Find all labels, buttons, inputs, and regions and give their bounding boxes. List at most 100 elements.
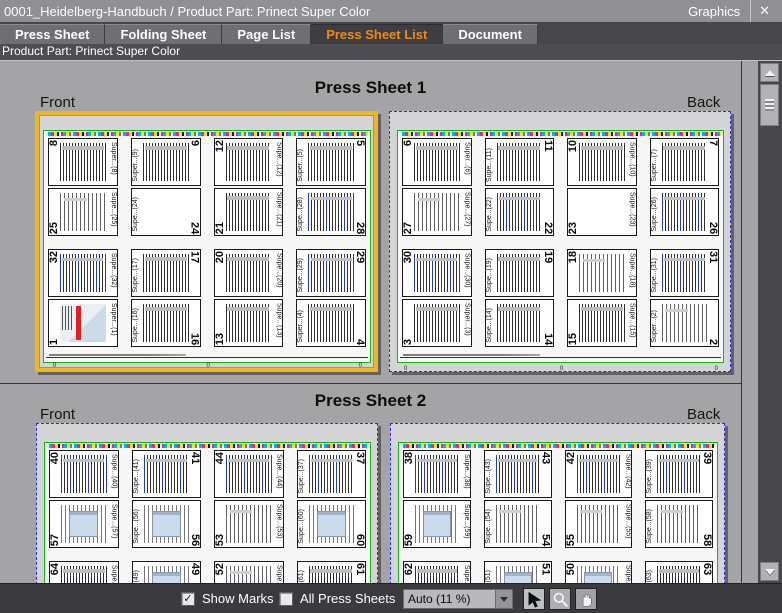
press-sheet-back[interactable]: 38Supe...(38) 43Supe...(43) 42Supe...(42)3… bbox=[390, 423, 725, 583]
page-cell[interactable]: 55Supe...(55) bbox=[565, 500, 633, 548]
page-number: 50 bbox=[566, 563, 577, 575]
page-number: 21 bbox=[215, 222, 226, 234]
dropdown-arrow-button[interactable] bbox=[495, 590, 512, 608]
page-cell[interactable]: 40Supe...(40) bbox=[49, 450, 119, 498]
page-cell[interactable]: 25Supe...(25) bbox=[48, 188, 118, 236]
page-cell[interactable]: 23Supe...(23) bbox=[567, 188, 637, 236]
page-cell[interactable]: 57Supe...(57) bbox=[49, 500, 119, 548]
page-cell[interactable]: 26Supe...(26) bbox=[650, 188, 720, 236]
page-cell[interactable]: 28Supe...(28) bbox=[296, 188, 366, 236]
page-cell[interactable]: 5Super...(5) bbox=[296, 138, 366, 186]
page-cell[interactable]: 18Supe...(18) bbox=[567, 249, 637, 297]
page-cell[interactable]: 49Supe...(49) bbox=[132, 561, 202, 583]
page-cell[interactable]: 7Super...(7) bbox=[650, 138, 720, 186]
page-cell[interactable]: 22Supe...(22) bbox=[485, 188, 555, 236]
show-marks-label[interactable]: Show Marks bbox=[202, 592, 274, 606]
page-name-label: Supe...(30) bbox=[464, 253, 471, 288]
page-cell[interactable]: 52Supe...(52) bbox=[214, 561, 284, 583]
page-content-thumbnail bbox=[226, 193, 272, 231]
page-cell[interactable]: 54Supe...(54) bbox=[484, 500, 552, 548]
sheet-bottom-line bbox=[46, 357, 368, 358]
page-cell[interactable]: 1Super...(1) bbox=[48, 299, 118, 347]
page-cell[interactable]: 12Supe...(12) bbox=[214, 138, 284, 186]
show-marks-checkbox[interactable]: ✓ bbox=[181, 592, 195, 606]
page-content-thumbnail bbox=[60, 254, 106, 292]
page-cell[interactable]: 59Supe...(59) bbox=[403, 500, 471, 548]
page-content-thumbnail bbox=[414, 254, 460, 292]
page-cell[interactable]: 43Supe...(43) bbox=[484, 450, 552, 498]
imprint-line bbox=[403, 354, 540, 356]
page-number: 2 bbox=[707, 339, 718, 345]
page-content-thumbnail bbox=[61, 505, 107, 543]
page-cell[interactable]: 32Supe...(32) bbox=[48, 249, 118, 297]
page-cell[interactable]: 24Supe...(24) bbox=[131, 188, 201, 236]
page-cell[interactable]: 51Supe...(51) bbox=[484, 561, 552, 583]
tab-page-list[interactable]: Page List bbox=[222, 24, 311, 44]
page-cell[interactable]: 3Super...(3) bbox=[402, 299, 472, 347]
page-cell[interactable]: 61Supe...(61) bbox=[297, 561, 367, 583]
page-number: 8 bbox=[49, 140, 60, 146]
page-cell[interactable]: 39Supe...(39) bbox=[645, 450, 713, 498]
vertical-scrollbar[interactable] bbox=[758, 61, 782, 583]
all-press-sheets-label[interactable]: All Press Sheets bbox=[300, 592, 395, 606]
press-sheet-front[interactable]: 40Supe...(40) 41Supe...(41)44Supe...(44) 3… bbox=[36, 423, 378, 583]
pointer-tool-button[interactable] bbox=[523, 588, 545, 610]
page-cell[interactable]: 42Supe...(42) bbox=[565, 450, 633, 498]
page-content-thumbnail bbox=[577, 455, 621, 493]
graphics-menu[interactable]: Graphics bbox=[688, 4, 740, 19]
page-cell[interactable]: 16Supe...(16) bbox=[131, 299, 201, 347]
page-cell[interactable]: 44Supe...(44) bbox=[214, 450, 284, 498]
page-cell[interactable]: 2Super...(2) bbox=[650, 299, 720, 347]
triangle-up-icon bbox=[765, 70, 775, 76]
page-cell[interactable]: 37Supe...(37) bbox=[297, 450, 367, 498]
page-cell[interactable]: 31Supe...(31) bbox=[650, 249, 720, 297]
press-sheet-back[interactable]: 6Super...(6) 11Supe...(11)10Supe...(10) 7S… bbox=[389, 111, 731, 372]
page-cell[interactable]: 11Supe...(11) bbox=[485, 138, 555, 186]
page-cell[interactable]: 13Supe...(13) bbox=[214, 299, 284, 347]
page-cell[interactable]: 21Supe...(21) bbox=[214, 188, 284, 236]
tab-press-sheet[interactable]: Press Sheet bbox=[0, 24, 105, 44]
page-content-thumbnail bbox=[309, 505, 355, 543]
page-cell[interactable]: 27Supe...(27) bbox=[402, 188, 472, 236]
page-cell[interactable]: 56Supe...(56) bbox=[132, 500, 202, 548]
page-cell[interactable]: 62Supe...(62) bbox=[403, 561, 471, 583]
page-cell[interactable]: 4Super...(4) bbox=[296, 299, 366, 347]
close-icon[interactable]: ✕ bbox=[750, 0, 778, 22]
zoom-level-select[interactable]: Auto (11 %) bbox=[403, 589, 513, 609]
page-cell[interactable]: 15Supe...(15) bbox=[567, 299, 637, 347]
page-name-label: Supe...(58) bbox=[646, 509, 653, 544]
page-cell[interactable]: 14Supe...(14) bbox=[485, 299, 555, 347]
pan-tool-button[interactable] bbox=[575, 588, 597, 610]
scrollbar-thumb[interactable] bbox=[760, 84, 779, 126]
page-cell[interactable]: 10Supe...(10) bbox=[567, 138, 637, 186]
page-number: 40 bbox=[50, 452, 61, 464]
tab-folding-sheet[interactable]: Folding Sheet bbox=[105, 24, 222, 44]
tab-press-sheet-list[interactable]: Press Sheet List bbox=[311, 24, 443, 44]
page-cell[interactable]: 19Supe...(19) bbox=[485, 249, 555, 297]
page-cell[interactable]: 6Super...(6) bbox=[402, 138, 472, 186]
page-cell[interactable]: 58Supe...(58) bbox=[645, 500, 713, 548]
zoom-tool-button[interactable] bbox=[549, 588, 571, 610]
scroll-down-button[interactable] bbox=[760, 562, 779, 581]
imprint-line bbox=[49, 354, 186, 356]
page-cell[interactable]: 8Super...(8) bbox=[48, 138, 118, 186]
page-cell[interactable]: 29Supe...(29) bbox=[296, 249, 366, 297]
scroll-up-button[interactable] bbox=[760, 63, 779, 82]
page-cell[interactable]: 64Supe...(64) bbox=[49, 561, 119, 583]
page-cell[interactable]: 41Supe...(41) bbox=[132, 450, 202, 498]
page-cell[interactable]: 17Supe...(17) bbox=[131, 249, 201, 297]
sheet-title: Press Sheet 2 bbox=[0, 391, 741, 411]
all-press-sheets-checkbox[interactable] bbox=[279, 592, 293, 606]
page-cell[interactable]: 9Super...(9) bbox=[131, 138, 201, 186]
page-cell[interactable]: 50Supe...(50) bbox=[565, 561, 633, 583]
press-sheet-front[interactable]: 8Super...(8) 9Super...(9) 12Supe...(12)5Su… bbox=[35, 111, 378, 372]
page-number: 13 bbox=[215, 333, 226, 345]
page-cell[interactable]: 53Supe...(53) bbox=[214, 500, 284, 548]
tab-document[interactable]: Document bbox=[443, 24, 538, 44]
page-cell[interactable]: 60Supe...(60) bbox=[297, 500, 367, 548]
page-cell[interactable]: 63Supe...(63) bbox=[645, 561, 713, 583]
page-cell[interactable]: 20Supe...(20) bbox=[214, 249, 284, 297]
page-content-thumbnail bbox=[662, 193, 708, 231]
page-cell[interactable]: 30Supe...(30) bbox=[402, 249, 472, 297]
page-cell[interactable]: 38Supe...(38) bbox=[403, 450, 471, 498]
